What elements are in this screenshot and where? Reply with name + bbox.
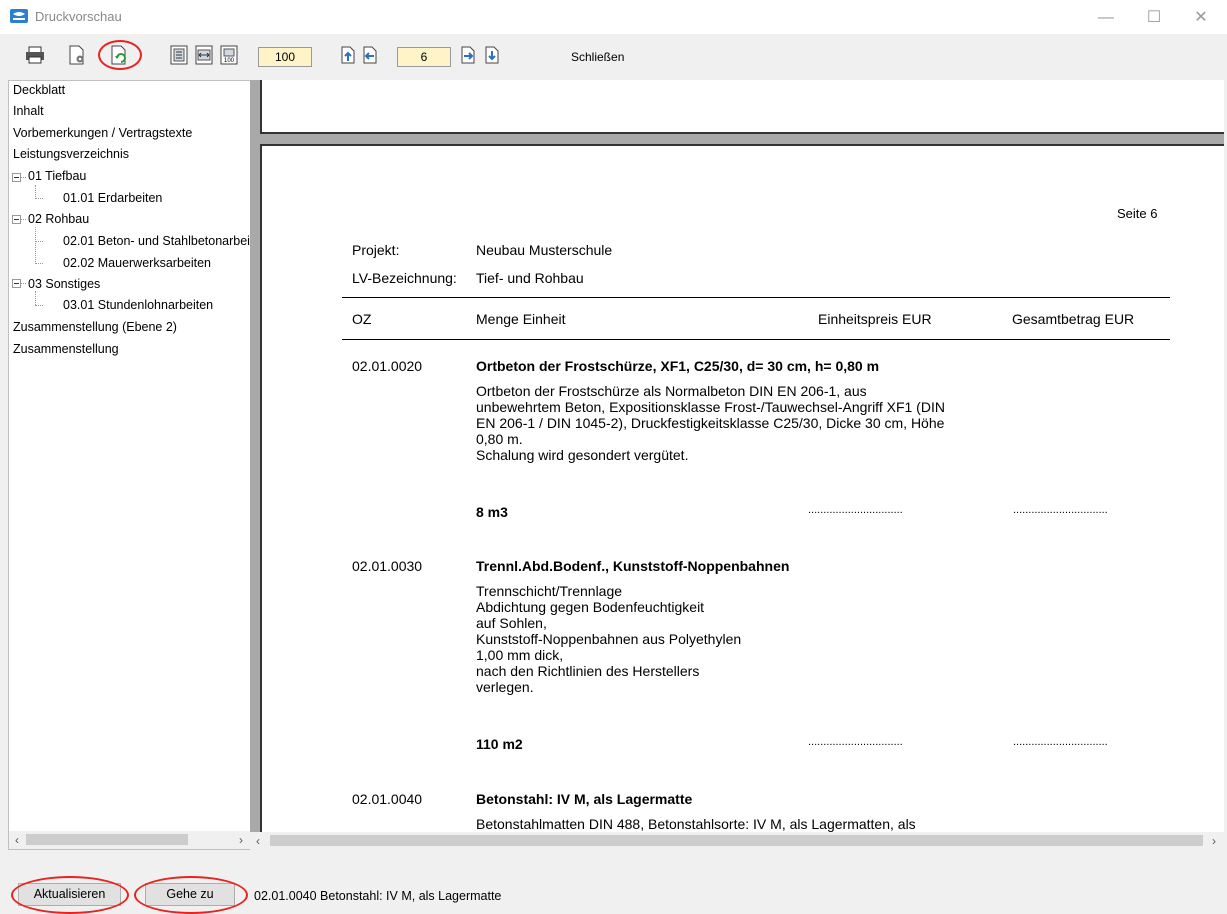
position-description: Trennschicht/Trennlage Abdichtung gegen …: [476, 583, 742, 695]
window-title: Druckvorschau: [35, 9, 122, 24]
collapse-toggle-rohbau[interactable]: [12, 215, 21, 224]
zoom-input[interactable]: 100: [258, 47, 312, 67]
project-value: Neubau Musterschule: [476, 242, 613, 258]
nav-item-vorbemerkungen[interactable]: Vorbemerkungen / Vertragstexte: [13, 124, 192, 142]
nav-item-sonstiges[interactable]: 03 Sonstiges: [28, 275, 100, 293]
first-page-icon[interactable]: [337, 44, 359, 66]
total-price-placeholder: ...............................: [1013, 736, 1108, 748]
project-label: Projekt:: [352, 242, 400, 258]
status-bar: Aktualisieren Gehe zu 02.01.0040 Betonst…: [0, 870, 1227, 914]
tree-connector: [35, 227, 36, 264]
goto-button-highlight-ring: [134, 876, 248, 914]
position-oz: 02.01.0020: [352, 358, 423, 374]
maximize-button[interactable]: ☐: [1131, 4, 1177, 32]
tree-connector: [35, 198, 43, 199]
tree-connector: [35, 291, 36, 305]
lv-value: Tief- und Rohbau: [476, 270, 584, 286]
nav-item-rohbau[interactable]: 02 Rohbau: [28, 210, 89, 228]
app-icon: [10, 9, 28, 23]
position-title: Ortbeton der Frostschürze, XF1, C25/30, …: [476, 358, 880, 374]
scroll-left-icon[interactable]: ‹: [9, 831, 25, 849]
sidebar-horizontal-scrollbar[interactable]: ‹ ›: [9, 831, 250, 849]
close-preview-button[interactable]: Schließen: [571, 50, 624, 64]
preview-horizontal-scrollbar[interactable]: ‹ ›: [250, 832, 1224, 850]
close-window-button[interactable]: ✕: [1178, 4, 1224, 32]
nav-item-tiefbau[interactable]: 01 Tiefbau: [28, 167, 86, 185]
position-quantity: 8 m3: [476, 504, 508, 520]
refresh-highlight-ring: [98, 40, 142, 70]
current-position-text: 02.01.0040 Betonstahl: IV M, als Lagerma…: [254, 889, 502, 903]
nav-item-zusammenstellung[interactable]: Zusammenstellung: [13, 340, 119, 358]
scrollbar-thumb[interactable]: [26, 834, 188, 845]
header-rule-bottom: [342, 339, 1170, 340]
print-icon[interactable]: [24, 44, 46, 66]
navigation-tree: Deckblatt Inhalt Vorbemerkungen / Vertra…: [8, 80, 251, 850]
title-bar: Druckvorschau — ☐ ✕: [0, 0, 1227, 34]
position-title: Trennl.Abd.Bodenf., Kunststoff-Noppenbah…: [476, 558, 790, 574]
nav-item-inhalt[interactable]: Inhalt: [13, 102, 44, 120]
collapse-toggle-sonstiges[interactable]: [12, 279, 21, 288]
tree-connector: [35, 241, 43, 242]
tree-connector: [21, 177, 26, 178]
scroll-right-icon[interactable]: ›: [233, 831, 249, 849]
nav-item-zusammenstellung-ebene2[interactable]: Zusammenstellung (Ebene 2): [13, 318, 177, 336]
minimize-button[interactable]: —: [1083, 4, 1129, 32]
print-preview-area[interactable]: Seite 6 Projekt: Neubau Musterschule LV-…: [250, 80, 1224, 850]
nav-item-erdarbeiten[interactable]: 01.01 Erdarbeiten: [63, 189, 162, 207]
total-price-placeholder: ...............................: [1013, 504, 1108, 516]
nav-item-stundenlohn[interactable]: 03.01 Stundenlohnarbeiten: [63, 296, 213, 314]
scroll-right-icon[interactable]: ›: [1206, 832, 1222, 850]
column-header-gesamtbetrag: Gesamtbetrag EUR: [1012, 311, 1135, 327]
unit-price-placeholder: ...............................: [808, 504, 903, 516]
tree-connector: [35, 305, 43, 306]
tree-connector: [21, 283, 26, 284]
tree-connector: [35, 185, 36, 199]
lv-label: LV-Bezeichnung:: [352, 270, 457, 286]
fit-page-icon[interactable]: [168, 44, 190, 66]
position-description: Ortbeton der Frostschürze als Normalbeto…: [476, 383, 945, 463]
refresh-button-highlight-ring: [11, 876, 129, 914]
page-number-label: Seite 6: [1117, 206, 1158, 221]
scroll-left-icon[interactable]: ‹: [250, 832, 266, 850]
scrollbar-thumb[interactable]: [270, 835, 1203, 846]
nav-item-mauerwerk[interactable]: 02.02 Mauerwerksarbeiten: [63, 254, 211, 272]
position-quantity: 110 m2: [476, 736, 523, 752]
page-setup-icon[interactable]: [66, 44, 88, 66]
tree-connector: [21, 219, 26, 220]
column-header-menge: Menge Einheit: [476, 311, 566, 327]
column-header-einheitspreis: Einheitspreis EUR: [818, 311, 932, 327]
column-header-oz: OZ: [352, 311, 372, 327]
next-page-icon[interactable]: [457, 44, 479, 66]
page-number-input[interactable]: 6: [397, 47, 451, 67]
last-page-icon[interactable]: [481, 44, 503, 66]
collapse-toggle-tiefbau[interactable]: [12, 173, 21, 182]
tree-connector: [35, 263, 43, 264]
toolbar: 100 100 6 Schließen: [0, 34, 1227, 78]
position-title: Betonstahl: IV M, als Lagermatte: [476, 791, 693, 807]
nav-item-leistungsverzeichnis[interactable]: Leistungsverzeichnis: [13, 145, 129, 163]
previous-page-icon[interactable]: [359, 44, 381, 66]
header-rule-top: [342, 297, 1170, 298]
nav-item-deckblatt[interactable]: Deckblatt: [13, 81, 65, 99]
svg-text:100: 100: [224, 58, 235, 64]
fit-width-icon[interactable]: [193, 44, 215, 66]
nav-item-beton-stahlbeton[interactable]: 02.01 Beton- und Stahlbetonarbeiten: [63, 232, 250, 250]
preview-page-sheet: Seite 6 Projekt: Neubau Musterschule LV-…: [260, 144, 1224, 850]
previous-page-sheet: [260, 80, 1224, 134]
position-oz: 02.01.0030: [352, 558, 423, 574]
zoom-100-icon[interactable]: 100: [218, 44, 240, 66]
position-oz: 02.01.0040: [352, 791, 423, 807]
unit-price-placeholder: ...............................: [808, 736, 903, 748]
